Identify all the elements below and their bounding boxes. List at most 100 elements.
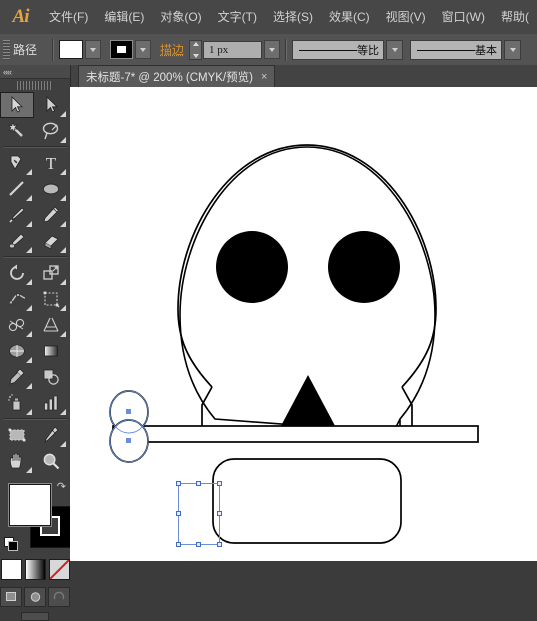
rotate-icon (10, 264, 24, 280)
menu-window[interactable]: 窗口(W) (434, 0, 493, 34)
tool-group-indicator (60, 195, 66, 201)
full-screen-menu-mode-button[interactable] (24, 587, 46, 607)
type-tool[interactable]: T (34, 150, 68, 176)
line-segment-tool[interactable] (0, 176, 34, 202)
tool-group-indicator (26, 357, 32, 363)
selection-handle-mr[interactable] (217, 511, 222, 516)
selection-handle-tc[interactable] (196, 481, 201, 486)
tool-group-indicator (60, 409, 66, 415)
tools-panel-footer-tab[interactable] (21, 612, 49, 621)
selection-arrow-icon (11, 96, 23, 113)
stroke-panel-link[interactable]: 描边 (160, 41, 184, 58)
control-bar-grip[interactable] (3, 39, 10, 60)
rotate-tool[interactable] (0, 260, 34, 286)
close-icon[interactable]: × (261, 71, 267, 83)
scale-icon (43, 265, 59, 280)
mesh-tool[interactable] (0, 338, 34, 364)
gradient-button[interactable] (24, 559, 46, 580)
width-tool[interactable] (0, 286, 34, 312)
menu-effect[interactable]: 效果(C) (321, 0, 378, 34)
stepper-up-icon (192, 41, 199, 46)
zoom-tool[interactable] (34, 448, 68, 474)
perspective-grid-tool[interactable] (34, 312, 68, 338)
right-eye[interactable] (328, 231, 400, 303)
fill-swatch[interactable] (59, 40, 84, 59)
stroke-dropdown-arrow[interactable] (135, 40, 152, 59)
brush-definition-dropdown[interactable]: 基本 (410, 39, 503, 60)
stroke-profile-dropdown[interactable]: 等比 (292, 39, 385, 60)
stroke-weight-input[interactable]: 1 px (203, 40, 263, 59)
fill-dropdown-arrow[interactable] (85, 40, 102, 59)
skull-illustration[interactable] (70, 87, 537, 561)
stroke-weight-stepper[interactable] (189, 39, 203, 60)
chevron-down-icon (391, 47, 398, 52)
stroke-weight-dropdown-arrow[interactable] (264, 40, 281, 59)
blob-brush-tool[interactable] (0, 228, 34, 254)
default-fill-stroke-icon[interactable] (4, 537, 18, 551)
full-screen-mode-button[interactable] (48, 587, 70, 607)
free-transform-tool[interactable] (34, 286, 68, 312)
direct-selection-tool[interactable] (34, 92, 68, 118)
pen-tool[interactable] (0, 150, 34, 176)
scale-tool[interactable] (34, 260, 68, 286)
full-screen-icon (53, 591, 64, 600)
fill-color-swatch[interactable] (9, 484, 51, 526)
selection-handle-tr[interactable] (217, 481, 222, 486)
color-button[interactable] (0, 559, 22, 580)
menu-select[interactable]: 选择(S) (265, 0, 321, 34)
profile-line-icon (299, 49, 358, 51)
symbol-sprayer-tool[interactable] (0, 390, 34, 416)
tools-panel-grip[interactable] (17, 81, 53, 90)
eyedropper-tool[interactable] (0, 364, 34, 390)
gradient-icon (44, 345, 58, 357)
selection-handle-tl[interactable] (176, 481, 181, 486)
lasso-tool[interactable] (34, 118, 68, 144)
shape-builder-icon (8, 318, 25, 332)
artboard-tool[interactable] (0, 422, 34, 448)
document-tab[interactable]: 未标题-7* @ 200% (CMYK/预览) × (78, 65, 276, 87)
menu-type[interactable]: 文字(T) (210, 0, 265, 34)
slice-tool[interactable] (34, 422, 68, 448)
left-eye[interactable] (216, 231, 288, 303)
menu-help[interactable]: 帮助( (493, 0, 537, 34)
menu-view[interactable]: 视图(V) (378, 0, 434, 34)
magnifier-icon (43, 453, 60, 470)
tool-group-indicator (26, 221, 32, 227)
selection-handle-ml[interactable] (176, 511, 181, 516)
slice-knife-icon (44, 426, 59, 443)
eraser-tool[interactable] (34, 228, 68, 254)
normal-screen-mode-button[interactable] (0, 587, 22, 607)
menu-edit[interactable]: 编辑(E) (96, 0, 152, 34)
tools-panel-header[interactable]: «« (0, 65, 70, 79)
selection-tool[interactable] (0, 92, 34, 118)
collapse-panel-icon[interactable]: «« (0, 67, 12, 77)
hand-tool[interactable] (0, 448, 34, 474)
tool-group-indicator (26, 305, 32, 311)
gradient-tool[interactable] (34, 338, 68, 364)
tool-group-indicator (60, 279, 66, 285)
menu-object[interactable]: 对象(O) (152, 0, 209, 34)
brush-definition-arrow[interactable] (504, 39, 522, 60)
stroke-profile-arrow[interactable] (386, 39, 404, 60)
magic-wand-tool[interactable] (0, 118, 34, 144)
tool-group-indicator (26, 467, 32, 473)
none-button[interactable] (48, 559, 70, 580)
blend-tool[interactable] (34, 364, 68, 390)
menu-file[interactable]: 文件(F) (41, 0, 96, 34)
stroke-swatch[interactable] (110, 40, 134, 59)
selection-handle-bl[interactable] (176, 542, 181, 547)
paintbrush-tool[interactable] (0, 202, 34, 228)
horizontal-bar[interactable] (112, 425, 479, 443)
swap-fill-stroke-icon[interactable]: ↷ (57, 480, 66, 493)
selection-handle-bc[interactable] (196, 542, 201, 547)
ellipse-tool[interactable] (34, 176, 68, 202)
selection-bounding-box[interactable] (176, 481, 222, 547)
selection-handle-br[interactable] (217, 542, 222, 547)
tool-group-indicator (26, 383, 32, 389)
column-graph-tool[interactable] (34, 390, 68, 416)
shape-builder-tool[interactable] (0, 312, 34, 338)
jaw-rounded-rect[interactable] (212, 458, 402, 544)
pencil-tool[interactable] (34, 202, 68, 228)
canvas-area[interactable] (70, 87, 537, 561)
chevron-down-icon (90, 47, 97, 52)
